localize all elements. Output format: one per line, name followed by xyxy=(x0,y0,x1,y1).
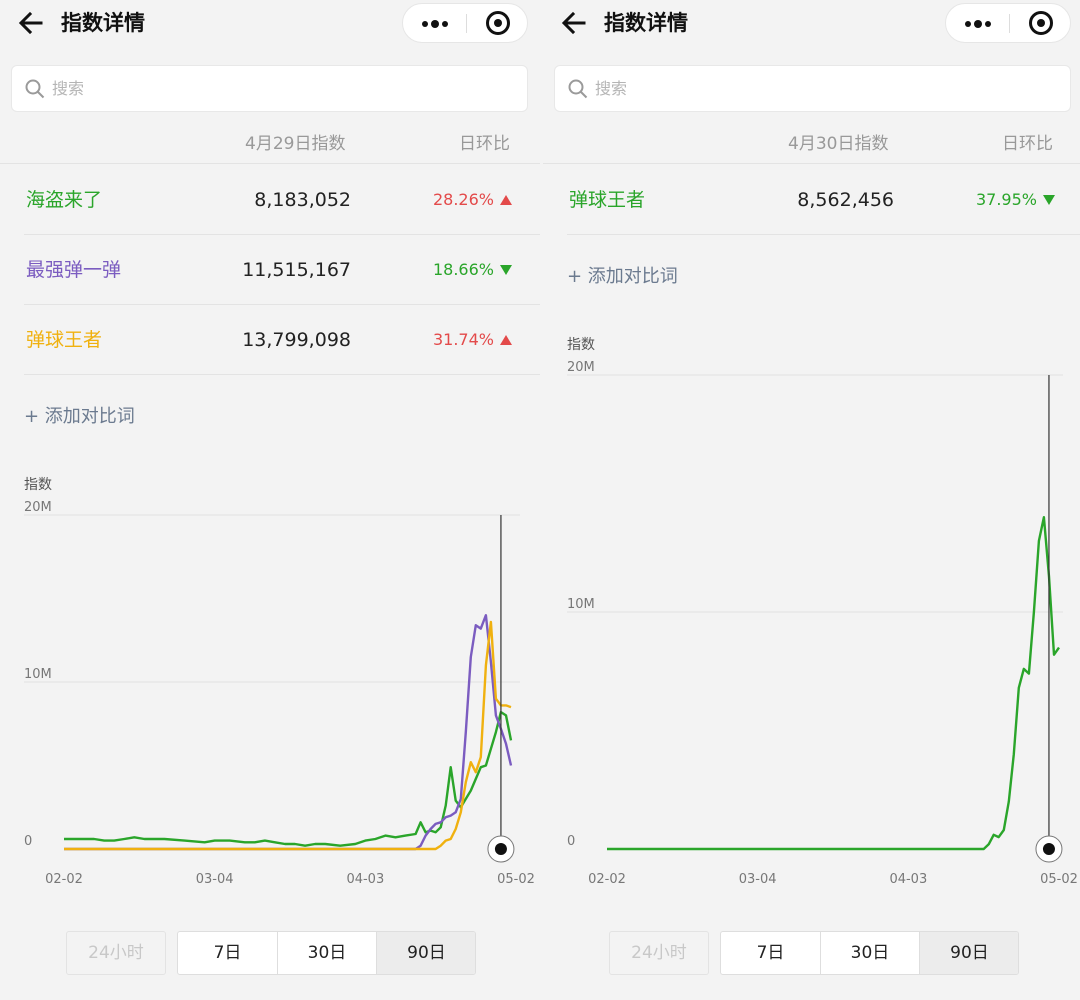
list-item[interactable]: 最强弹一弹 11,515,167 18.66% xyxy=(24,235,540,305)
y-tick-label: 20M xyxy=(567,360,595,375)
change-percent: 37.95% xyxy=(975,190,1037,209)
list-item[interactable]: 海盗来了 8,183,052 28.26% xyxy=(24,165,540,235)
arrow-left-icon xyxy=(561,11,586,35)
index-chart[interactable]: 指数 20M 10M 0 02-02 03-04 04-03 05-02 xyxy=(0,470,540,890)
date-index-header: 4月29日指数 xyxy=(245,134,346,154)
x-tick-label: 05-02 xyxy=(1040,872,1078,887)
change-percent: 31.74% xyxy=(432,330,494,349)
search-icon xyxy=(568,79,588,99)
back-button[interactable] xyxy=(557,6,591,40)
more-dots-icon xyxy=(422,20,448,28)
y-tick-label: 0 xyxy=(567,834,575,849)
target-icon xyxy=(1029,11,1053,35)
close-mini-program-button[interactable] xyxy=(1010,4,1072,42)
triangle-down-icon xyxy=(499,264,513,276)
x-tick-label: 03-04 xyxy=(196,872,234,887)
x-tick-label: 04-03 xyxy=(346,872,384,887)
back-button[interactable] xyxy=(14,6,48,40)
nav-bar: 指数详情 xyxy=(0,0,540,46)
page-title: 指数详情 xyxy=(61,11,145,35)
close-mini-program-button[interactable] xyxy=(467,4,529,42)
range-30d-button[interactable]: 30日 xyxy=(277,932,376,974)
y-tick-label: 10M xyxy=(24,667,52,682)
search-input[interactable]: 搜索 xyxy=(11,65,528,112)
range-90d-button[interactable]: 90日 xyxy=(919,932,1018,974)
chart-svg: 指数 20M 10M 0 02-02 03-04 04-03 05-02 xyxy=(567,337,1078,887)
range-24h-button: 24小时 xyxy=(609,931,709,975)
index-value: 8,562,456 xyxy=(797,189,894,211)
cursor-marker-dot xyxy=(494,843,507,855)
range-segmented-control: 7日 30日 90日 xyxy=(720,931,1019,975)
header-divider xyxy=(0,163,540,164)
panel-left: 指数详情 搜索 4月29日指数 日环比 海盗来了 8,183,052 28.26… xyxy=(0,0,540,1000)
row-divider xyxy=(24,374,540,375)
nav-bar: 指数详情 xyxy=(543,0,1080,46)
page-title: 指数详情 xyxy=(604,11,688,35)
list-item[interactable]: 弹球王者 8,562,456 37.95% xyxy=(567,165,1080,235)
range-7d-button[interactable]: 7日 xyxy=(721,932,820,974)
x-tick-label: 05-02 xyxy=(497,872,535,887)
add-compare-button[interactable]: + 添加对比词 xyxy=(24,405,135,429)
y-axis-label: 指数 xyxy=(24,477,52,493)
range-90d-button[interactable]: 90日 xyxy=(376,932,475,974)
chart-svg: 指数 20M 10M 0 02-02 03-04 04-03 05-02 xyxy=(24,477,535,887)
y-tick-label: 0 xyxy=(24,834,32,849)
more-button[interactable] xyxy=(403,4,466,42)
x-tick-label: 04-03 xyxy=(889,872,927,887)
mini-program-capsule xyxy=(945,3,1071,43)
change-percent: 28.26% xyxy=(432,190,494,209)
series-line xyxy=(607,515,1060,851)
keyword-name: 弹球王者 xyxy=(26,329,103,351)
more-dots-icon xyxy=(965,20,991,28)
range-30d-button[interactable]: 30日 xyxy=(820,932,919,974)
y-tick-label: 10M xyxy=(567,597,595,612)
triangle-up-icon xyxy=(499,194,513,206)
more-button[interactable] xyxy=(946,4,1009,42)
range-segmented-control: 7日 30日 90日 xyxy=(177,931,476,975)
search-placeholder: 搜索 xyxy=(595,79,628,98)
x-tick-label: 02-02 xyxy=(45,872,83,887)
series-line xyxy=(64,710,513,847)
range-7d-button[interactable]: 7日 xyxy=(178,932,277,974)
range-24h-button: 24小时 xyxy=(66,931,166,975)
list-item[interactable]: 弹球王者 13,799,098 31.74% xyxy=(24,305,540,375)
cursor-marker-dot xyxy=(1042,843,1055,855)
daily-ratio-header: 日环比 xyxy=(1002,134,1053,154)
header-divider xyxy=(543,163,1080,164)
y-axis-label: 指数 xyxy=(567,337,595,353)
search-placeholder: 搜索 xyxy=(52,79,85,98)
index-value: 13,799,098 xyxy=(242,329,351,351)
index-chart[interactable]: 指数 20M 10M 0 02-02 03-04 04-03 05-02 xyxy=(543,330,1080,890)
triangle-up-icon xyxy=(499,334,513,346)
keyword-name: 最强弹一弹 xyxy=(26,259,122,281)
index-value: 8,183,052 xyxy=(254,189,351,211)
index-value: 11,515,167 xyxy=(242,259,351,281)
mini-program-capsule xyxy=(402,3,528,43)
change-percent: 18.66% xyxy=(432,260,494,279)
arrow-left-icon xyxy=(18,11,43,35)
x-tick-label: 03-04 xyxy=(739,872,777,887)
search-input[interactable]: 搜索 xyxy=(554,65,1071,112)
x-tick-label: 02-02 xyxy=(588,872,626,887)
date-index-header: 4月30日指数 xyxy=(788,134,889,154)
row-divider xyxy=(567,234,1080,235)
daily-ratio-header: 日环比 xyxy=(459,134,510,154)
target-icon xyxy=(486,11,510,35)
panel-right: 指数详情 搜索 4月30日指数 日环比 弹球王者 8,562,456 37.95… xyxy=(543,0,1080,1000)
y-tick-label: 20M xyxy=(24,500,52,515)
keyword-name: 弹球王者 xyxy=(569,189,646,211)
triangle-down-icon xyxy=(1042,194,1056,206)
add-compare-button[interactable]: + 添加对比词 xyxy=(567,265,678,289)
keyword-name: 海盗来了 xyxy=(26,189,103,211)
search-icon xyxy=(25,79,45,99)
